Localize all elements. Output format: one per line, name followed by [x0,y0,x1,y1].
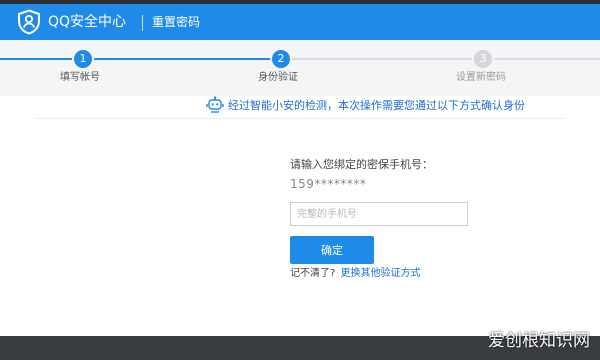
step-3-label: 设置新密码 [456,72,506,83]
forgot-row: 记不清了? 更换其他验证方式 [290,267,421,281]
divider [36,118,564,119]
step-connector [292,58,472,60]
step-connector [494,58,600,60]
step-3-circle: 3 [474,50,492,68]
step-1-circle: 1 [74,50,92,68]
switch-verification-link[interactable]: 更换其他验证方式 [341,268,421,279]
step-connector [0,58,72,60]
step-2-label: 身份验证 [258,72,298,83]
masked-phone-number: 159******** [290,177,367,191]
verification-notice: 经过智能小安的检测，本次操作需要您通过以下方式确认身份 [206,96,525,114]
notice-text: 经过智能小安的检测，本次操作需要您通过以下方式确认身份 [228,99,525,112]
shield-person-icon[interactable] [16,9,42,35]
step-2-circle: 2 [272,50,290,68]
site-watermark: 爱创根知识网 [488,331,590,351]
step-progress: 1 填写帐号 2 身份验证 3 设置新密码 [0,40,600,96]
step-connector [94,58,270,60]
header-divider [142,15,143,31]
phone-prompt: 请输入您绑定的密保手机号： [290,158,433,171]
top-header: QQ安全中心 重置密码 [0,4,600,40]
forgot-label: 记不清了? [290,268,336,279]
robot-icon [206,96,224,114]
page-title: 重置密码 [152,15,201,29]
step-1-label: 填写帐号 [60,72,100,83]
confirm-button[interactable]: 确定 [290,236,374,264]
phone-number-input[interactable] [290,202,468,226]
app-title[interactable]: QQ安全中心 [48,13,126,31]
